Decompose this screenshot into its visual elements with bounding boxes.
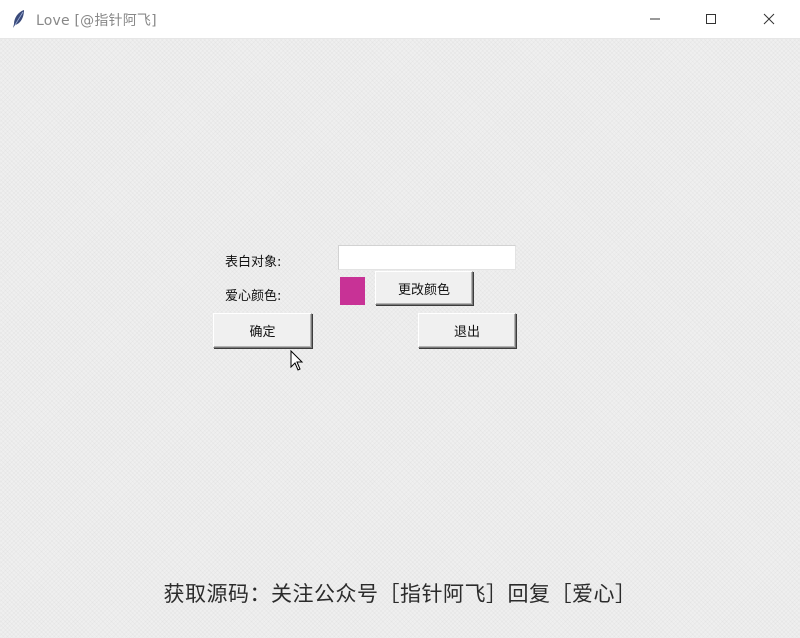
maximize-button[interactable] (688, 0, 734, 38)
heart-color-label: 爱心颜色: (225, 289, 282, 304)
app-window: Love [@指针阿飞] 表白对象: 爱心颜色: 更改颜色 确定 退出 获取源码… (0, 0, 800, 638)
maximize-icon (705, 10, 717, 29)
change-color-button[interactable]: 更改颜色 (375, 271, 473, 305)
heart-color-swatch (340, 277, 365, 305)
target-label: 表白对象: (225, 255, 282, 270)
mouse-cursor-icon (290, 349, 304, 372)
title-bar[interactable]: Love [@指针阿飞] (0, 0, 800, 39)
main-content (0, 39, 800, 638)
close-button[interactable] (746, 0, 792, 38)
footer-text: 获取源码：关注公众号［指针阿飞］回复［爱心］ (163, 582, 637, 606)
feather-icon (11, 9, 27, 29)
exit-button[interactable]: 退出 (418, 313, 516, 348)
close-icon (763, 10, 775, 29)
target-input[interactable] (338, 245, 516, 270)
minimize-button[interactable] (632, 0, 678, 38)
ok-button[interactable]: 确定 (213, 313, 312, 348)
minimize-icon (649, 10, 661, 29)
window-title: Love [@指针阿飞] (36, 13, 157, 29)
